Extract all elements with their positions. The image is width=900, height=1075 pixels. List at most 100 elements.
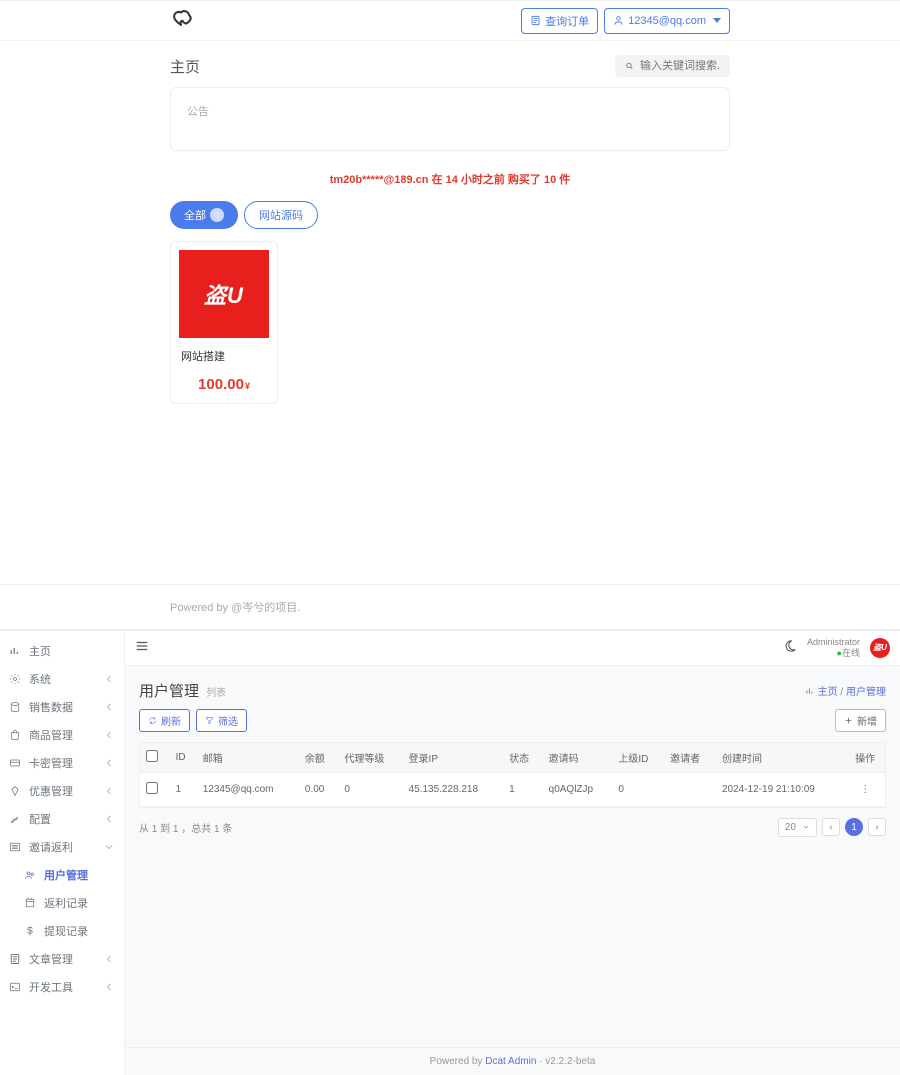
admin-footer: Powered by Dcat Admin · v2.2.2-beta (125, 1047, 900, 1075)
chevron-left-icon (103, 673, 115, 685)
notice-label: 公告 (187, 106, 209, 118)
refresh-icon (148, 716, 157, 725)
admin-user-block[interactable]: Administrator ●在线 (807, 637, 860, 659)
page-size-select[interactable]: 20 (778, 818, 817, 837)
dashboard-icon (805, 686, 815, 696)
sidebar-item-diamond[interactable]: 优惠管理 (0, 777, 124, 805)
sidebar-item-users[interactable]: 用户管理 (0, 861, 124, 889)
cell-email: 12345@qq.com (197, 772, 299, 806)
sidebar-item-label: 邀请返利 (29, 839, 73, 855)
db-icon (9, 701, 21, 713)
wrench-icon (9, 813, 21, 825)
sidebar-item-db[interactable]: 销售数据 (0, 693, 124, 721)
col-header: 邀请者 (664, 743, 716, 773)
chevron-down-icon (713, 18, 721, 23)
cell-created: 2024-12-19 21:10:09 (716, 772, 845, 806)
search-box[interactable] (615, 55, 730, 77)
cell-ip: 45.135.228.218 (403, 772, 504, 806)
sidebar-item-doc[interactable]: 文章管理 (0, 945, 124, 973)
sidebar-item-dollar[interactable]: 提现记录 (0, 917, 124, 945)
avatar[interactable]: 盗U (870, 638, 890, 658)
account-menu-button[interactable]: 12345@qq.com (604, 8, 730, 34)
breadcrumb-home[interactable]: 主页 (818, 687, 838, 698)
chevron-left-icon (103, 981, 115, 993)
chevron-left-icon (103, 813, 115, 825)
cell-status: 1 (503, 772, 542, 806)
sidebar-toggle[interactable] (135, 639, 149, 656)
tab-code-label: 网站源码 (259, 207, 303, 223)
chevron-left-icon (103, 729, 115, 741)
sidebar-item-term[interactable]: 开发工具 (0, 973, 124, 1001)
sidebar: 主页系统销售数据商品管理卡密管理优惠管理配置邀请返利用户管理返利记录提现记录文章… (0, 631, 125, 1075)
diamond-icon (9, 785, 21, 797)
select-all-checkbox[interactable] (146, 750, 158, 762)
row-actions[interactable]: ⋮ (845, 772, 885, 806)
next-page[interactable]: › (868, 818, 886, 836)
sidebar-item-label: 优惠管理 (29, 783, 73, 799)
gear-icon (9, 673, 21, 685)
doc-icon (9, 953, 21, 965)
sidebar-item-label: 商品管理 (29, 727, 73, 743)
sidebar-item-wrench[interactable]: 配置 (0, 805, 124, 833)
sidebar-item-list[interactable]: 邀请返利 (0, 833, 124, 861)
search-input[interactable] (640, 60, 720, 72)
admin-page-title: 用户管理 列表 (139, 680, 226, 701)
table-row[interactable]: 1 12345@qq.com 0.00 0 45.135.228.218 1 q… (140, 772, 885, 806)
term-icon (9, 981, 21, 993)
card-icon (9, 757, 21, 769)
user-icon (613, 15, 624, 26)
sidebar-item-label: 主页 (29, 643, 51, 659)
admin-user-label: Administrator (807, 637, 860, 648)
query-orders-button[interactable]: 查询订单 (521, 8, 598, 34)
prev-page[interactable]: ‹ (822, 818, 840, 836)
page-current[interactable]: 1 (845, 818, 863, 836)
sidebar-item-gear[interactable]: 系统 (0, 665, 124, 693)
bars-icon (9, 645, 21, 657)
col-header: 余额 (299, 743, 338, 773)
tab-all[interactable]: 全部 ♡ (170, 201, 238, 229)
cell-pid: 0 (612, 772, 664, 806)
sidebar-item-label: 提现记录 (44, 923, 88, 939)
sidebar-item-card[interactable]: 卡密管理 (0, 749, 124, 777)
tab-source-code[interactable]: 网站源码 (244, 201, 318, 229)
col-header: 登录IP (403, 743, 504, 773)
cal-icon (24, 897, 36, 909)
tab-all-label: 全部 (184, 207, 206, 223)
bag-icon (9, 729, 21, 741)
product-price: 100.00¥ (171, 366, 277, 403)
cell-inviter (664, 772, 716, 806)
account-label: 12345@qq.com (628, 15, 706, 27)
refresh-button[interactable]: 刷新 (139, 709, 190, 732)
chevron-left-icon (103, 701, 115, 713)
chevron-left-icon (103, 757, 115, 769)
dark-mode-toggle[interactable] (783, 639, 797, 656)
new-button[interactable]: 新增 (835, 709, 886, 732)
breadcrumb: 主页 / 用户管理 (805, 683, 886, 698)
sidebar-item-cal[interactable]: 返利记录 (0, 889, 124, 917)
powered-by: Powered by @岑兮的项目. (0, 584, 900, 629)
col-header: 状态 (503, 743, 542, 773)
document-icon (530, 15, 541, 26)
footer-link[interactable]: Dcat Admin (485, 1056, 536, 1067)
status-badge: 在线 (842, 648, 860, 658)
chevron-left-icon (103, 785, 115, 797)
sidebar-item-bars[interactable]: 主页 (0, 637, 124, 665)
sidebar-item-label: 返利记录 (44, 895, 88, 911)
product-card[interactable]: 盗U 网站搭建 100.00¥ (170, 241, 278, 404)
sidebar-item-label: 销售数据 (29, 699, 73, 715)
breadcrumb-current: 用户管理 (846, 687, 886, 698)
sidebar-item-label: 配置 (29, 811, 51, 827)
page-title: 主页 (170, 56, 200, 77)
col-header: 邮箱 (197, 743, 299, 773)
pager-info: 从 1 到 1 ，总共 1 条 (139, 820, 232, 835)
sidebar-item-bag[interactable]: 商品管理 (0, 721, 124, 749)
logo-icon[interactable] (170, 7, 192, 34)
chevron-down-icon (802, 823, 810, 831)
col-header: 代理等级 (338, 743, 402, 773)
sidebar-item-label: 用户管理 (44, 867, 88, 883)
col-header: 创建时间 (716, 743, 845, 773)
row-checkbox[interactable] (146, 782, 158, 794)
filter-button[interactable]: 筛选 (196, 709, 247, 732)
heart-icon: ♡ (210, 208, 224, 222)
sidebar-item-label: 系统 (29, 671, 51, 687)
